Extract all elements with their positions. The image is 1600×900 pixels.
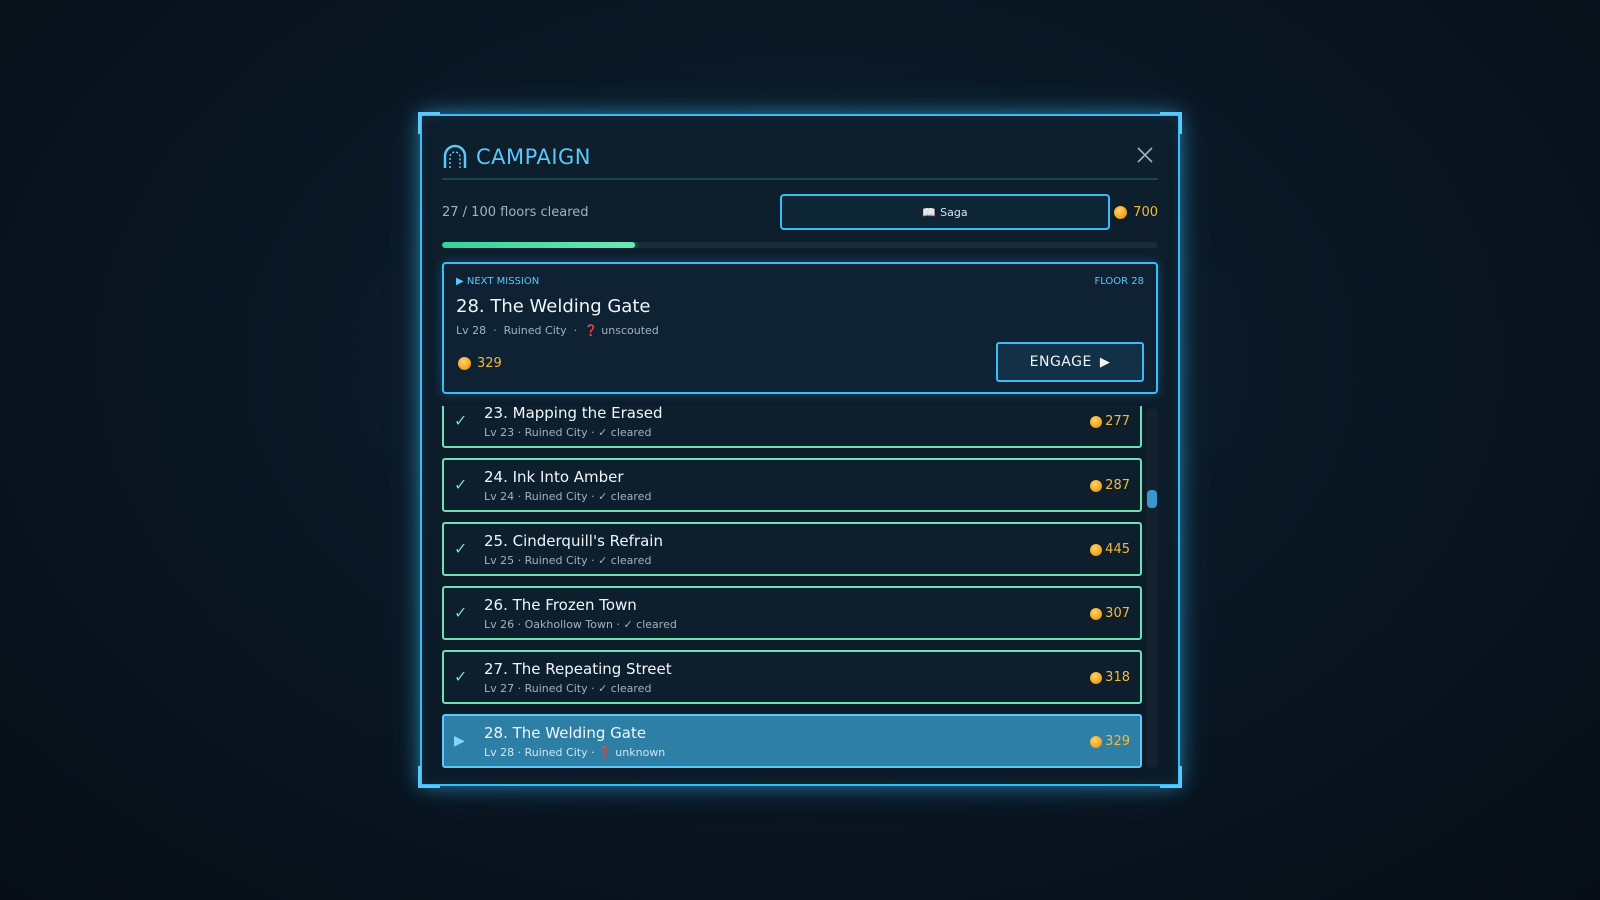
mission-gold-amount: 287	[1105, 478, 1130, 493]
mission-meta: Lv 24 · Ruined City · ✓ cleared	[484, 490, 652, 503]
mission-gold-amount: 307	[1105, 606, 1130, 621]
mission-gold-amount: 329	[1105, 734, 1130, 749]
mission-gold: 445	[1090, 542, 1130, 557]
saga-button[interactable]: 📖 Saga	[780, 194, 1110, 230]
mission-meta: Lv 27 · Ruined City · ✓ cleared	[484, 682, 652, 695]
mission-gold: 318	[1090, 670, 1130, 685]
mission-meta-prefix: Lv 28 · Ruined City ·	[484, 746, 599, 759]
next-mission-card: ▶ NEXT MISSION FLOOR 28 28. The Welding …	[442, 262, 1158, 394]
mission-list-scrollbar[interactable]	[1146, 408, 1158, 768]
mission-meta: Lv 26 · Oakhollow Town · ✓ cleared	[484, 618, 677, 631]
floors-cleared-text: 27 / 100 floors cleared	[442, 204, 589, 220]
next-mission-tag: ▶ NEXT MISSION	[456, 276, 540, 287]
mission-gold: 329	[1090, 734, 1130, 749]
coin-icon	[1114, 205, 1128, 219]
mission-name: 23. Mapping the Erased	[484, 406, 663, 422]
next-mission-reward: 329	[458, 356, 502, 371]
arch-icon	[443, 144, 467, 168]
question-icon: ❓	[584, 324, 598, 337]
corner-decoration	[1160, 112, 1182, 134]
coin-icon	[1090, 543, 1103, 556]
mission-name: 26. The Frozen Town	[484, 596, 637, 614]
mission-name: 28. The Welding Gate	[484, 724, 647, 742]
mission-name: 25. Cinderquill's Refrain	[484, 532, 663, 550]
mission-row[interactable]: ✓ 23. Mapping the Erased Lv 23 · Ruined …	[442, 406, 1142, 448]
corner-decoration	[418, 112, 440, 134]
engage-label: ENGAGE	[1029, 354, 1092, 370]
engage-button[interactable]: ENGAGE ▶	[996, 342, 1144, 382]
mission-row-active[interactable]: ▶ 28. The Welding Gate Lv 28 · Ruined Ci…	[442, 714, 1142, 768]
coin-icon	[1090, 735, 1103, 748]
campaign-stats: 27 / 100 floors cleared 📖 Saga 700	[442, 194, 1158, 230]
mission-row[interactable]: ✓ 27. The Repeating Street Lv 27 · Ruine…	[442, 650, 1142, 704]
progress-fill	[442, 242, 636, 248]
mission-region: Ruined City	[503, 324, 567, 337]
check-icon: ✓	[454, 475, 468, 494]
check-icon: ✓	[454, 603, 468, 622]
close-icon[interactable]	[1136, 146, 1154, 164]
check-icon: ✓	[454, 667, 468, 686]
saga-label: Saga	[940, 205, 968, 219]
play-icon: ▶	[1099, 354, 1111, 370]
coin-icon	[1090, 479, 1103, 492]
gold-counter: 700	[1114, 205, 1158, 220]
check-icon: ✓	[454, 539, 468, 558]
mission-meta: Lv 25 · Ruined City · ✓ cleared	[484, 554, 652, 567]
next-mission-meta: Lv 28 · Ruined City · ❓ unscouted	[456, 324, 659, 337]
question-icon: ❓	[598, 746, 612, 759]
coin-icon	[1090, 607, 1103, 620]
mission-gold-amount: 318	[1105, 670, 1130, 685]
play-icon: ▶	[454, 733, 465, 749]
coin-icon	[1090, 671, 1103, 684]
mission-status: unknown	[615, 746, 666, 759]
book-icon: 📖	[922, 205, 937, 219]
mission-gold: 287	[1090, 478, 1130, 493]
coin-icon	[1090, 415, 1103, 428]
mission-gold-amount: 445	[1105, 542, 1130, 557]
mission-level: Lv 28	[456, 324, 487, 337]
panel-header: CAMPAIGN	[442, 136, 1158, 180]
panel-title: CAMPAIGN	[476, 145, 592, 169]
scrollbar-thumb[interactable]	[1147, 490, 1157, 508]
mission-row[interactable]: ✓ 24. Ink Into Amber Lv 24 · Ruined City…	[442, 458, 1142, 512]
reward-amount: 329	[477, 356, 502, 371]
campaign-panel: CAMPAIGN 27 / 100 floors cleared 📖 Saga …	[418, 112, 1182, 788]
mission-list[interactable]: ✓ 23. Mapping the Erased Lv 23 · Ruined …	[442, 406, 1158, 776]
mission-meta: Lv 28 · Ruined City · ❓ unknown	[484, 746, 665, 759]
mission-gold-amount: 277	[1105, 414, 1130, 429]
mission-gold: 307	[1090, 606, 1130, 621]
gold-amount: 700	[1133, 204, 1158, 220]
mission-meta: Lv 23 · Ruined City · ✓ cleared	[484, 426, 652, 439]
mission-gold: 277	[1090, 414, 1130, 429]
mission-row[interactable]: ✓ 26. The Frozen Town Lv 26 · Oakhollow …	[442, 586, 1142, 640]
mission-status: unscouted	[601, 324, 659, 337]
coin-icon	[458, 357, 471, 370]
corner-decoration	[1160, 766, 1182, 788]
corner-decoration	[418, 766, 440, 788]
check-icon: ✓	[454, 411, 468, 430]
next-mission-name: 28. The Welding Gate	[456, 296, 651, 317]
mission-name: 24. Ink Into Amber	[484, 468, 624, 486]
floor-tag: FLOOR 28	[1094, 276, 1144, 287]
mission-row[interactable]: ✓ 25. Cinderquill's Refrain Lv 25 · Ruin…	[442, 522, 1142, 576]
floors-progress-bar	[442, 242, 1158, 248]
mission-name: 27. The Repeating Street	[484, 660, 672, 678]
